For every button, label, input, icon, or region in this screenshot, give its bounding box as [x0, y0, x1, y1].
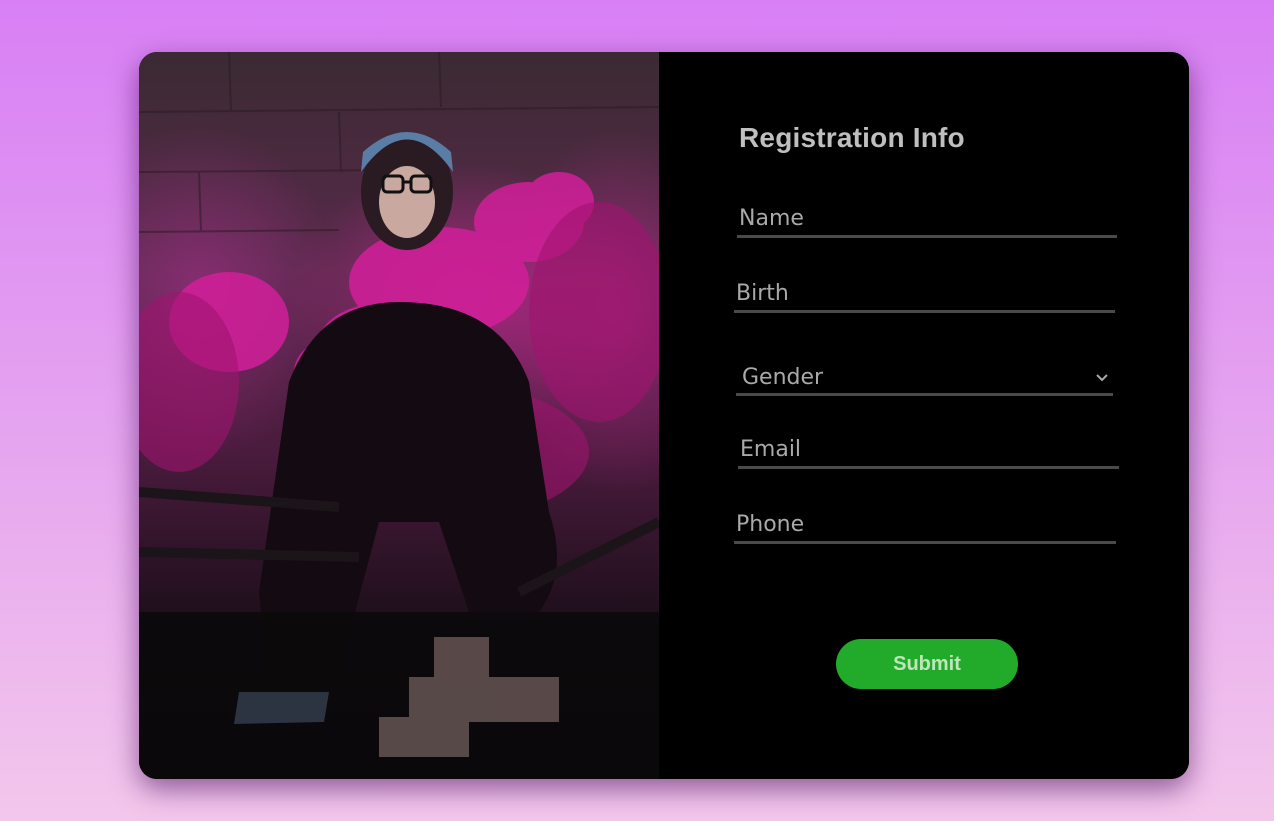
registration-card: Registration Info Gender Submit	[139, 52, 1189, 779]
name-field-wrapper	[737, 201, 1117, 238]
name-field[interactable]	[737, 201, 1117, 235]
gender-select-value: Gender	[742, 365, 824, 390]
email-field[interactable]	[738, 432, 1119, 466]
email-field-wrapper	[738, 432, 1119, 469]
registration-form: Registration Info Gender Submit	[659, 52, 1189, 779]
chevron-down-icon	[1096, 373, 1108, 381]
birth-field[interactable]	[734, 276, 1115, 310]
phone-field[interactable]	[734, 507, 1116, 541]
gender-select[interactable]: Gender	[736, 362, 1113, 396]
submit-button[interactable]: Submit	[836, 639, 1018, 689]
birth-field-wrapper	[734, 276, 1115, 313]
form-title: Registration Info	[739, 122, 965, 153]
smoke-person-illustration	[139, 52, 659, 779]
hero-photo	[139, 52, 659, 779]
phone-field-wrapper	[734, 507, 1116, 544]
